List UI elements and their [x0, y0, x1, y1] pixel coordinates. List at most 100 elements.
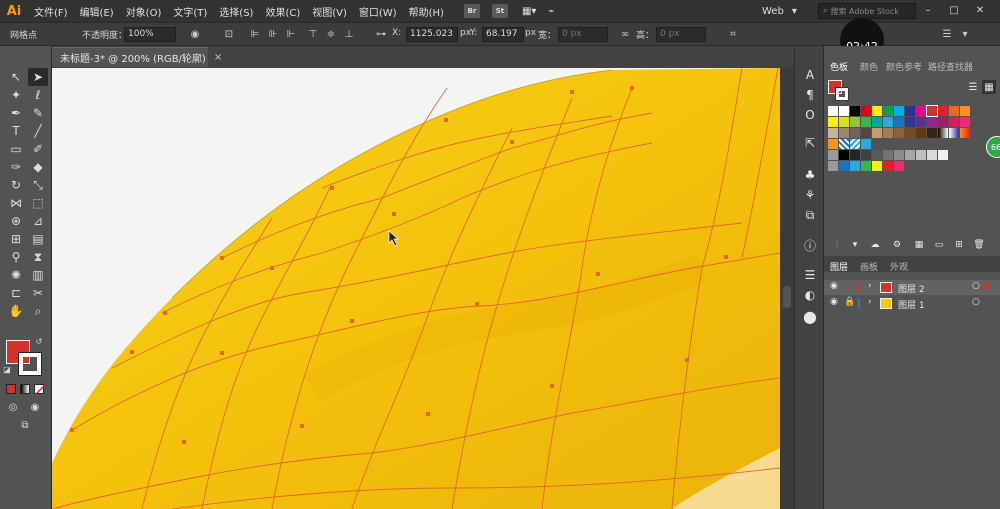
swatch[interactable]: [828, 117, 838, 127]
swatch[interactable]: [949, 128, 959, 138]
swatch[interactable]: [883, 106, 893, 116]
gradient-mode-icon[interactable]: [20, 384, 30, 394]
pen-tool-icon[interactable]: ✒: [6, 104, 26, 122]
swatch[interactable]: [960, 106, 970, 116]
swatch[interactable]: [905, 117, 915, 127]
swatch-group-icon[interactable]: [828, 150, 838, 160]
show-swatch-kinds-icon[interactable]: ▾: [848, 238, 862, 252]
swatch[interactable]: [839, 161, 849, 171]
swatch[interactable]: [839, 117, 849, 127]
swatch[interactable]: [839, 139, 849, 149]
screen-mode-icon[interactable]: ⧉: [16, 418, 34, 432]
slice-tool-icon[interactable]: ✂: [28, 284, 48, 302]
artboard-canvas[interactable]: [52, 68, 780, 509]
draw-mode-icon[interactable]: ◎: [6, 401, 20, 413]
width-field[interactable]: 0 px: [558, 27, 608, 42]
swatch[interactable]: [960, 128, 970, 138]
height-field[interactable]: 0 px: [656, 27, 706, 42]
swatch[interactable]: [850, 128, 860, 138]
swatch[interactable]: [861, 117, 871, 127]
swatch[interactable]: [883, 161, 893, 171]
swatch[interactable]: [872, 150, 882, 160]
swatch[interactable]: [883, 150, 893, 160]
x-field[interactable]: 1125.023: [406, 27, 458, 42]
swatch[interactable]: [905, 128, 915, 138]
magic-wand-icon[interactable]: ✦: [6, 86, 26, 104]
free-transform-icon[interactable]: ⬚: [28, 194, 48, 212]
align-to-icon[interactable]: ⊡: [222, 28, 236, 41]
menu-file[interactable]: 文件(F): [28, 4, 74, 19]
cloud-libraries-icon[interactable]: ☁: [868, 238, 882, 252]
target-icon[interactable]: ○: [972, 297, 980, 307]
menu-effect[interactable]: 效果(C): [259, 4, 306, 19]
swatch[interactable]: [839, 150, 849, 160]
tab-layers[interactable]: 图层: [830, 260, 848, 273]
swatch[interactable]: [872, 106, 882, 116]
swatch[interactable]: [828, 106, 838, 116]
swatch[interactable]: [872, 161, 882, 171]
scrollbar-thumb[interactable]: [783, 286, 791, 308]
color-mode-icon[interactable]: [6, 384, 16, 394]
hand-tool-icon[interactable]: ✋: [6, 302, 26, 320]
swap-colors-icon[interactable]: ↺: [34, 336, 44, 346]
layer-row-2[interactable]: ◉ › 图层 2 ○: [824, 280, 1000, 295]
layer-row-1[interactable]: ◉ 🔒 › 图层 1 ○: [824, 296, 1000, 311]
swatch[interactable]: [872, 128, 882, 138]
swatch[interactable]: [850, 161, 860, 171]
grid-view-icon[interactable]: ▦: [982, 80, 996, 94]
align-right-icon[interactable]: ⊩: [284, 28, 298, 41]
delete-swatch-icon[interactable]: 🗑: [972, 238, 986, 252]
minimize-icon[interactable]: –: [921, 3, 935, 17]
stroke-color-swatch[interactable]: [18, 352, 42, 376]
align-top-icon[interactable]: ⊤: [306, 28, 320, 41]
swatch[interactable]: [894, 161, 904, 171]
menu-view[interactable]: 视图(V): [306, 4, 353, 19]
swatch[interactable]: [938, 117, 948, 127]
direct-selection-tool-icon[interactable]: ➤: [28, 68, 48, 86]
gpu-performance-icon[interactable]: ⌁: [542, 6, 560, 17]
swatch[interactable]: [949, 106, 959, 116]
export-panel-icon[interactable]: ⇱: [801, 134, 819, 152]
swatch[interactable]: [861, 106, 871, 116]
swatch[interactable]: [839, 128, 849, 138]
swatch[interactable]: [927, 117, 937, 127]
type-tool-icon[interactable]: T: [6, 122, 26, 140]
appearance-panel-icon[interactable]: ⬤: [801, 308, 819, 326]
menu-type[interactable]: 文字(T): [167, 4, 213, 19]
paintbrush-tool-icon[interactable]: ✐: [28, 140, 48, 158]
shaper-tool-icon[interactable]: ✑: [6, 158, 26, 176]
mesh-object[interactable]: [52, 68, 780, 509]
swatch[interactable]: [861, 150, 871, 160]
swatch[interactable]: [927, 128, 937, 138]
libraries-panel-icon[interactable]: ⧉: [801, 206, 819, 224]
tab-appearance[interactable]: 外观: [890, 260, 908, 273]
swatch[interactable]: [916, 106, 926, 116]
menu-window[interactable]: 窗口(W): [353, 4, 403, 19]
swatch-libraries-icon[interactable]: ⫶: [830, 238, 844, 252]
width-tool-icon[interactable]: ⋈: [6, 194, 26, 212]
link-icon[interactable]: ∞: [618, 28, 632, 41]
new-group-icon[interactable]: ▭: [932, 238, 946, 252]
swatch-options-icon[interactable]: ⚙: [890, 238, 904, 252]
swatch[interactable]: [938, 150, 948, 160]
align-bottom-icon[interactable]: ⊥: [342, 28, 356, 41]
blend-tool-icon[interactable]: ⧗: [28, 248, 48, 266]
mesh-tool-icon[interactable]: ⊞: [6, 230, 26, 248]
maximize-icon[interactable]: □: [947, 3, 961, 17]
swatch[interactable]: [916, 128, 926, 138]
color-group-icon[interactable]: ▦: [912, 238, 926, 252]
shape-builder-icon[interactable]: ⊕: [6, 212, 26, 230]
swatch[interactable]: [872, 117, 882, 127]
eyedropper-icon[interactable]: ⚲: [6, 248, 26, 266]
default-colors-icon[interactable]: ◪: [2, 364, 12, 374]
align-center-icon[interactable]: ⊪: [266, 28, 280, 41]
swatch[interactable]: [938, 128, 948, 138]
recolor-icon[interactable]: ◉: [188, 28, 202, 41]
none-mode-icon[interactable]: [34, 384, 46, 396]
opentype-panel-icon[interactable]: O: [801, 106, 819, 124]
gradient-tool-icon[interactable]: ▤: [28, 230, 48, 248]
lasso-tool-icon[interactable]: ℓ: [28, 86, 48, 104]
swatch[interactable]: [839, 106, 849, 116]
paragraph-panel-icon[interactable]: ¶: [801, 86, 819, 104]
swatch[interactable]: [850, 117, 860, 127]
